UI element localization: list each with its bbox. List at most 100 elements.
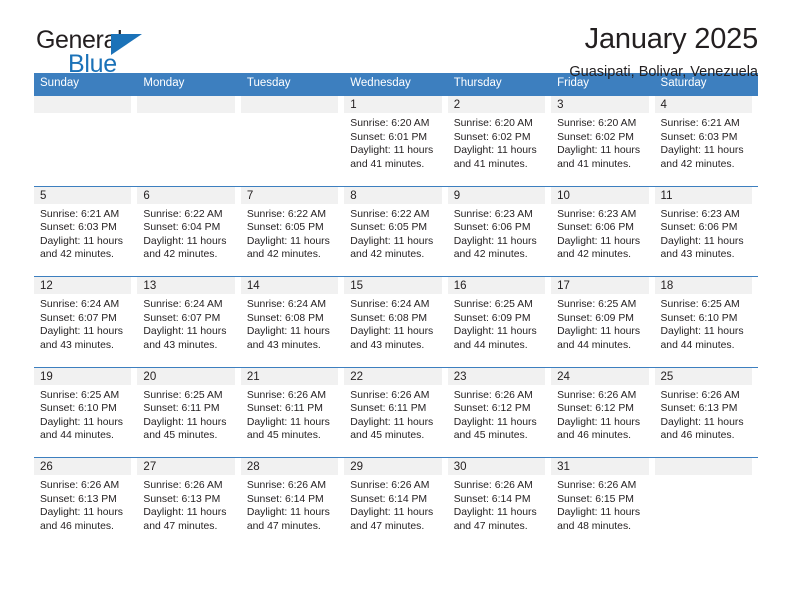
day-info: Sunrise: 6:25 AM Sunset: 6:10 PM Dayligh…	[34, 385, 131, 443]
sunrise-text: Sunrise: 6:23 AM	[660, 208, 740, 220]
day-number: 3	[551, 96, 649, 113]
day-cell[interactable]: 7 Sunrise: 6:22 AM Sunset: 6:05 PM Dayli…	[240, 186, 344, 277]
day-info: Sunrise: 6:26 AM Sunset: 6:13 PM Dayligh…	[137, 475, 234, 533]
day-cell[interactable]: 21 Sunrise: 6:26 AM Sunset: 6:11 PM Dayl…	[240, 367, 344, 458]
day-number: 18	[654, 277, 752, 294]
daylight-text-line1: Daylight: 11 hours	[557, 235, 641, 247]
sunrise-text: Sunrise: 6:26 AM	[350, 389, 430, 401]
day-info: Sunrise: 6:26 AM Sunset: 6:13 PM Dayligh…	[655, 385, 752, 443]
daylight-text-line1: Daylight: 11 hours	[350, 145, 434, 157]
daylight-text-line1: Daylight: 11 hours	[40, 416, 123, 428]
day-cell[interactable]: 3 Sunrise: 6:20 AM Sunset: 6:02 PM Dayli…	[551, 96, 654, 186]
calendar-page: General Blue January 2025 Guasipati, Bol…	[0, 0, 792, 612]
daylight-text-line2: and 47 minutes.	[246, 520, 321, 532]
day-number: 28	[240, 458, 339, 475]
daylight-text-line1: Daylight: 11 hours	[453, 326, 537, 338]
day-info: Sunrise: 6:24 AM Sunset: 6:08 PM Dayligh…	[241, 294, 338, 352]
day-number: 30	[447, 458, 546, 475]
day-cell	[137, 96, 240, 186]
daylight-text-line1: Daylight: 11 hours	[660, 235, 744, 247]
day-info: Sunrise: 6:26 AM Sunset: 6:14 PM Dayligh…	[448, 475, 545, 533]
logo-triangle-icon	[111, 34, 142, 55]
sunset-text: Sunset: 6:09 PM	[453, 312, 531, 324]
sunset-text: Sunset: 6:12 PM	[453, 403, 531, 415]
day-cell[interactable]: 2 Sunrise: 6:20 AM Sunset: 6:02 PM Dayli…	[447, 96, 551, 186]
day-info: Sunrise: 6:24 AM Sunset: 6:07 PM Dayligh…	[34, 294, 131, 352]
day-cell[interactable]: 30 Sunrise: 6:26 AM Sunset: 6:14 PM Dayl…	[447, 458, 551, 548]
day-cell[interactable]: 18 Sunrise: 6:25 AM Sunset: 6:10 PM Dayl…	[654, 277, 758, 367]
sunset-text: Sunset: 6:02 PM	[557, 131, 634, 143]
day-number: 23	[447, 367, 546, 385]
day-cell[interactable]: 15 Sunrise: 6:24 AM Sunset: 6:08 PM Dayl…	[344, 277, 447, 367]
day-info: Sunrise: 6:25 AM Sunset: 6:09 PM Dayligh…	[448, 294, 545, 352]
page-title: January 2025	[584, 23, 759, 55]
daylight-text-line2: and 44 minutes.	[40, 430, 114, 442]
week-row: 1 Sunrise: 6:20 AM Sunset: 6:01 PM Dayli…	[34, 95, 758, 186]
week-row: 12 Sunrise: 6:24 AM Sunset: 6:07 PM Dayl…	[34, 276, 758, 367]
day-cell[interactable]: 1 Sunrise: 6:20 AM Sunset: 6:01 PM Dayli…	[344, 96, 447, 186]
sunrise-text: Sunrise: 6:25 AM	[453, 299, 533, 310]
day-number: 29	[344, 458, 442, 475]
sunset-text: Sunset: 6:08 PM	[246, 312, 324, 324]
daylight-text-line1: Daylight: 11 hours	[557, 145, 641, 157]
day-cell[interactable]: 29 Sunrise: 6:26 AM Sunset: 6:14 PM Dayl…	[344, 458, 447, 548]
day-number: 27	[137, 458, 235, 475]
day-cell[interactable]: 9 Sunrise: 6:23 AM Sunset: 6:06 PM Dayli…	[447, 186, 551, 277]
daylight-text-line2: and 47 minutes.	[453, 520, 528, 532]
day-number: 25	[654, 367, 752, 385]
day-cell[interactable]: 17 Sunrise: 6:25 AM Sunset: 6:09 PM Dayl…	[551, 277, 654, 367]
daylight-text-line1: Daylight: 11 hours	[143, 326, 227, 338]
day-number: 4	[654, 96, 752, 113]
day-number: 19	[34, 367, 132, 385]
day-info: Sunrise: 6:25 AM Sunset: 6:11 PM Dayligh…	[137, 385, 234, 443]
day-number: 22	[344, 367, 442, 385]
weekday-header-tuesday: Tuesday	[246, 77, 291, 89]
sunset-text: Sunset: 6:05 PM	[350, 222, 428, 234]
day-cell[interactable]: 22 Sunrise: 6:26 AM Sunset: 6:11 PM Dayl…	[344, 367, 447, 458]
day-cell[interactable]: 5 Sunrise: 6:21 AM Sunset: 6:03 PM Dayli…	[34, 186, 137, 277]
day-cell[interactable]: 20 Sunrise: 6:25 AM Sunset: 6:11 PM Dayl…	[137, 367, 240, 458]
day-info: Sunrise: 6:25 AM Sunset: 6:10 PM Dayligh…	[655, 294, 752, 352]
day-info: Sunrise: 6:22 AM Sunset: 6:04 PM Dayligh…	[137, 204, 234, 262]
daylight-text-line2: and 43 minutes.	[143, 339, 218, 351]
sunset-text: Sunset: 6:15 PM	[557, 493, 634, 505]
day-cell[interactable]: 4 Sunrise: 6:21 AM Sunset: 6:03 PM Dayli…	[654, 96, 758, 186]
day-cell[interactable]: 6 Sunrise: 6:22 AM Sunset: 6:04 PM Dayli…	[137, 186, 240, 277]
day-cell[interactable]: 19 Sunrise: 6:25 AM Sunset: 6:10 PM Dayl…	[34, 367, 137, 458]
day-cell[interactable]: 26 Sunrise: 6:26 AM Sunset: 6:13 PM Dayl…	[34, 458, 137, 548]
day-cell[interactable]: 10 Sunrise: 6:23 AM Sunset: 6:06 PM Dayl…	[551, 186, 654, 277]
day-cell[interactable]: 31 Sunrise: 6:26 AM Sunset: 6:15 PM Dayl…	[551, 458, 654, 548]
day-cell[interactable]: 27 Sunrise: 6:26 AM Sunset: 6:13 PM Dayl…	[137, 458, 240, 548]
sunrise-text: Sunrise: 6:25 AM	[143, 389, 223, 401]
day-cell[interactable]: 24 Sunrise: 6:26 AM Sunset: 6:12 PM Dayl…	[551, 367, 654, 458]
weekday-header-thursday: Thursday	[453, 77, 502, 89]
day-info: Sunrise: 6:23 AM Sunset: 6:06 PM Dayligh…	[551, 204, 648, 262]
day-number: 2	[447, 96, 546, 113]
day-info: Sunrise: 6:25 AM Sunset: 6:09 PM Dayligh…	[551, 294, 648, 352]
day-cell[interactable]: 13 Sunrise: 6:24 AM Sunset: 6:07 PM Dayl…	[137, 277, 240, 367]
daylight-text-line1: Daylight: 11 hours	[660, 326, 744, 338]
day-cell[interactable]: 11 Sunrise: 6:23 AM Sunset: 6:06 PM Dayl…	[654, 186, 758, 277]
day-cell	[34, 96, 137, 186]
day-number: 6	[137, 186, 235, 204]
sunrise-text: Sunrise: 6:26 AM	[453, 480, 533, 491]
sunset-text: Sunset: 6:05 PM	[246, 222, 324, 234]
daylight-text-line2: and 46 minutes.	[40, 520, 114, 532]
logo-text-blue: Blue	[68, 50, 117, 78]
day-cell[interactable]: 16 Sunrise: 6:25 AM Sunset: 6:09 PM Dayl…	[447, 277, 551, 367]
sunrise-text: Sunrise: 6:25 AM	[660, 299, 740, 310]
sunset-text: Sunset: 6:02 PM	[453, 131, 531, 143]
day-cell[interactable]: 25 Sunrise: 6:26 AM Sunset: 6:13 PM Dayl…	[654, 367, 758, 458]
sunset-text: Sunset: 6:01 PM	[350, 131, 428, 143]
day-cell[interactable]: 12 Sunrise: 6:24 AM Sunset: 6:07 PM Dayl…	[34, 277, 137, 367]
daylight-text-line2: and 43 minutes.	[660, 249, 735, 261]
sunrise-text: Sunrise: 6:22 AM	[246, 208, 326, 220]
day-info: Sunrise: 6:22 AM Sunset: 6:05 PM Dayligh…	[344, 204, 441, 262]
day-cell[interactable]: 28 Sunrise: 6:26 AM Sunset: 6:14 PM Dayl…	[240, 458, 344, 548]
day-cell[interactable]: 23 Sunrise: 6:26 AM Sunset: 6:12 PM Dayl…	[447, 367, 551, 458]
day-number: 9	[447, 186, 546, 204]
general-blue-logo[interactable]: General Blue	[36, 28, 166, 78]
day-cell[interactable]: 8 Sunrise: 6:22 AM Sunset: 6:05 PM Dayli…	[344, 186, 447, 277]
day-cell[interactable]: 14 Sunrise: 6:24 AM Sunset: 6:08 PM Dayl…	[240, 277, 344, 367]
day-number: 20	[137, 367, 235, 385]
